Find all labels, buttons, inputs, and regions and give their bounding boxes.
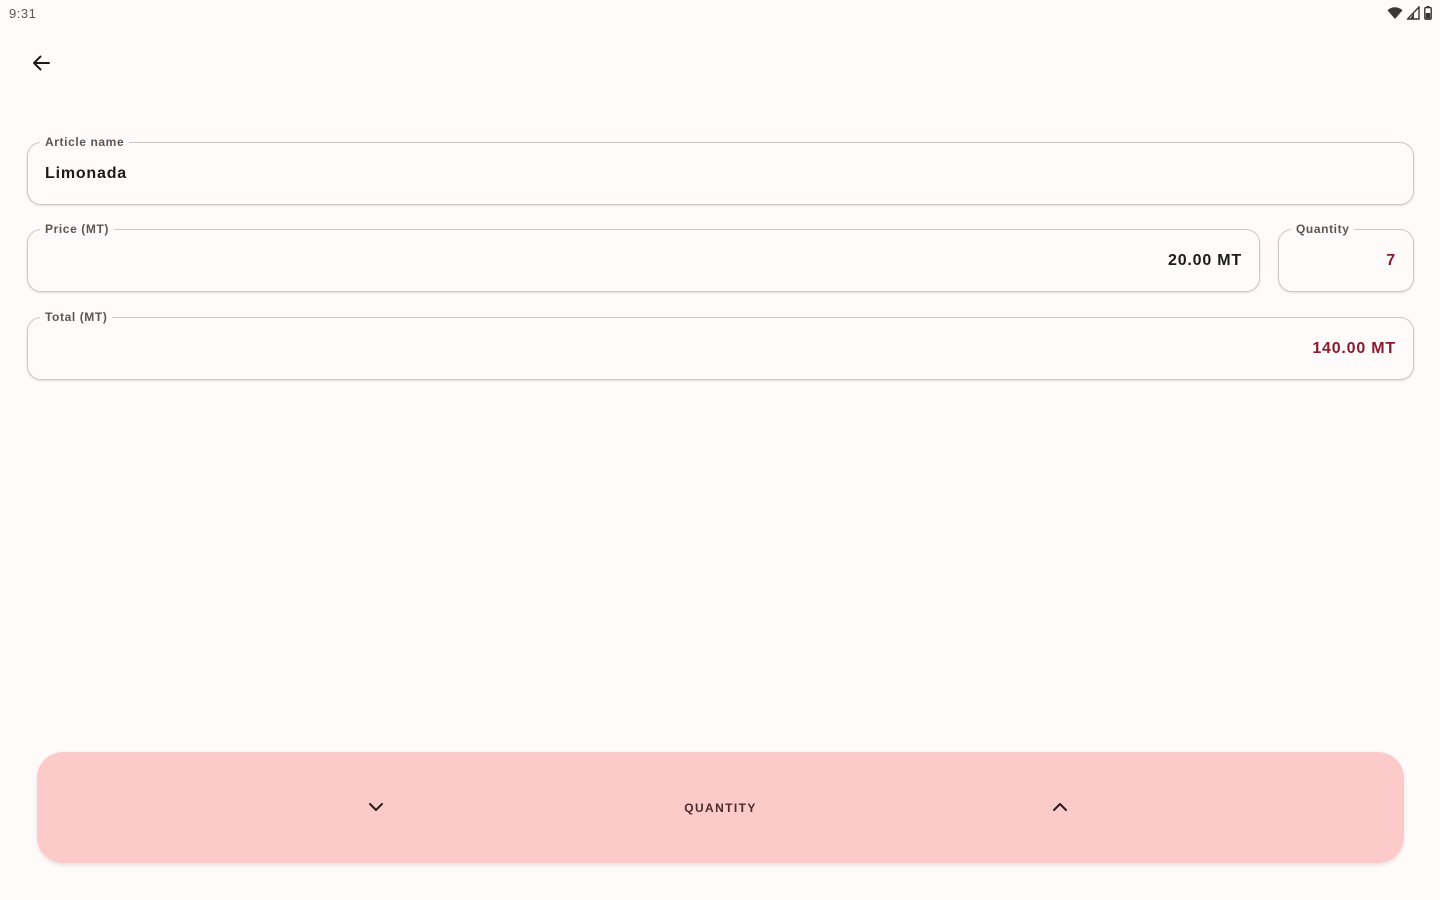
arrow-back-icon	[31, 53, 51, 78]
article-name-input[interactable]: Limonada	[45, 165, 127, 183]
cellular-signal-icon	[1407, 6, 1420, 20]
status-icons	[1387, 6, 1432, 20]
price-label: Price (MT)	[40, 221, 115, 237]
battery-icon	[1424, 6, 1432, 20]
article-name-field[interactable]: Article name Limonada	[27, 134, 1414, 205]
price-field[interactable]: Price (MT) 20.00 MT	[27, 221, 1260, 292]
wifi-icon	[1387, 6, 1403, 20]
quantity-label: Quantity	[1291, 221, 1355, 237]
quantity-input[interactable]: 7	[1386, 252, 1396, 270]
article-name-label: Article name	[40, 134, 130, 150]
total-value: 140.00 MT	[1312, 339, 1396, 357]
increment-quantity-button[interactable]	[1042, 790, 1078, 826]
total-label: Total (MT)	[40, 309, 113, 325]
quantity-field[interactable]: Quantity 7	[1278, 221, 1414, 292]
total-field: Total (MT) 140.00 MT	[27, 309, 1414, 380]
back-button[interactable]	[24, 48, 58, 82]
stepper-label: QUANTITY	[684, 801, 757, 815]
status-time: 9:31	[9, 6, 37, 21]
status-bar: 9:31	[0, 0, 1440, 28]
quantity-stepper: QUANTITY	[37, 752, 1404, 863]
price-input[interactable]: 20.00 MT	[1168, 252, 1242, 270]
chevron-up-icon	[1052, 799, 1068, 817]
